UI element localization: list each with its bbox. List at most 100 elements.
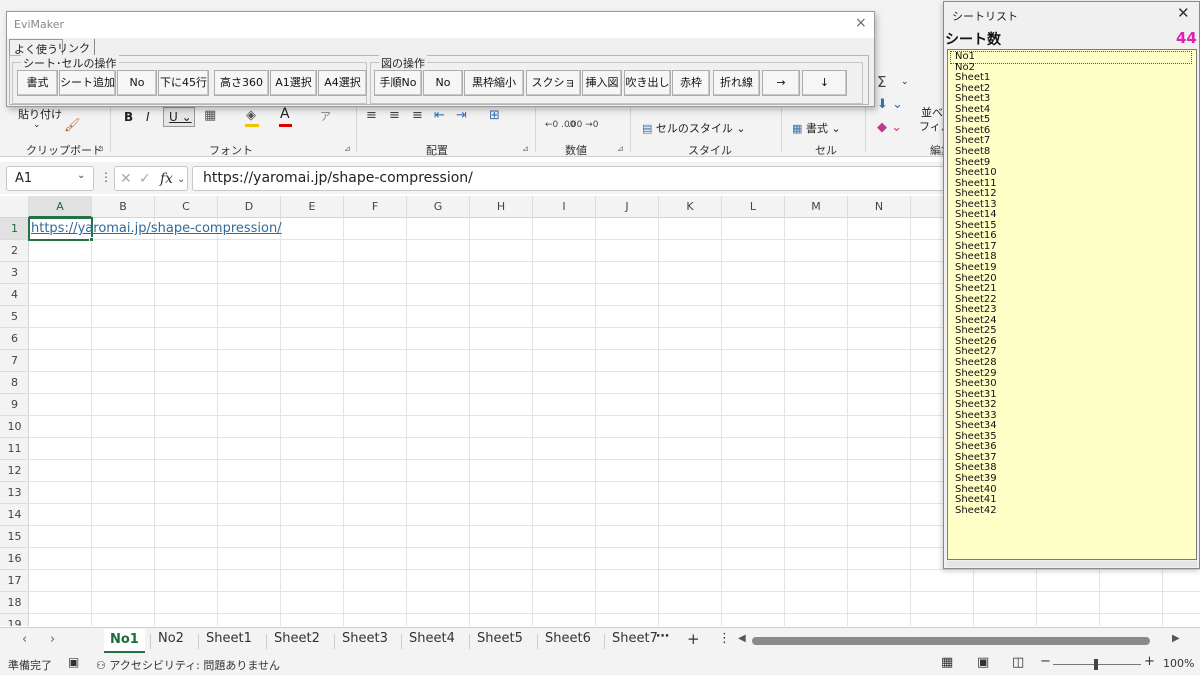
- column-header-a[interactable]: A: [29, 196, 92, 218]
- sheet-list-item[interactable]: Sheet10: [955, 168, 997, 179]
- sheet-list-item[interactable]: Sheet42: [955, 505, 997, 517]
- evimaker-button[interactable]: 黒枠縮小: [464, 70, 524, 96]
- scroll-right-icon[interactable]: ▶: [1172, 633, 1180, 644]
- fill-down-icon[interactable]: ⬇ ⌄: [877, 97, 903, 112]
- sheet-tab-no1[interactable]: No1: [104, 629, 145, 653]
- column-header-k[interactable]: K: [659, 196, 722, 218]
- phonetic-icon[interactable]: ア: [320, 108, 331, 124]
- sheet-tab-sheet1[interactable]: Sheet1: [206, 631, 252, 646]
- row-header-18[interactable]: 18: [0, 592, 29, 614]
- evimaker-button[interactable]: シート追加: [59, 70, 116, 96]
- column-header-c[interactable]: C: [155, 196, 218, 218]
- row-header-4[interactable]: 4: [0, 284, 29, 306]
- row-header-9[interactable]: 9: [0, 394, 29, 416]
- more-sheets-icon[interactable]: ⋯: [656, 629, 669, 644]
- zoom-in-icon[interactable]: +: [1144, 654, 1155, 669]
- column-header-h[interactable]: H: [470, 196, 533, 218]
- zoom-out-icon[interactable]: −: [1040, 654, 1051, 669]
- close-icon[interactable]: ✕: [1177, 4, 1190, 22]
- sheet-list-item[interactable]: No1: [950, 51, 1192, 64]
- evimaker-button[interactable]: 赤枠: [672, 70, 710, 96]
- prev-sheet-icon[interactable]: ‹: [22, 632, 27, 647]
- row-header-7[interactable]: 7: [0, 350, 29, 372]
- format-cells-button[interactable]: ▦ 書式 ⌄: [792, 120, 841, 136]
- zoom-slider-thumb[interactable]: [1094, 659, 1098, 670]
- row-header-1[interactable]: 1: [0, 218, 29, 240]
- row-header-10[interactable]: 10: [0, 416, 29, 438]
- column-header-j[interactable]: J: [596, 196, 659, 218]
- select-all-corner[interactable]: [0, 196, 29, 218]
- evimaker-button[interactable]: ↓: [802, 70, 847, 96]
- sheet-tab-sheet2[interactable]: Sheet2: [274, 631, 320, 646]
- bold-button[interactable]: B: [124, 110, 133, 124]
- paste-dropdown-icon[interactable]: ⌄: [33, 120, 41, 130]
- increase-indent-icon[interactable]: ⇥: [456, 108, 467, 123]
- sheet-list-item[interactable]: Sheet30: [955, 379, 997, 390]
- scrollbar-thumb[interactable]: [752, 637, 1150, 645]
- alignment-launcher-icon[interactable]: ⊿: [522, 144, 529, 153]
- tabs-options-icon[interactable]: ⋮: [718, 631, 731, 646]
- page-break-icon[interactable]: ◫: [1012, 655, 1024, 670]
- page-layout-icon[interactable]: ▣: [977, 655, 989, 670]
- row-header-8[interactable]: 8: [0, 372, 29, 394]
- sheet-list-item[interactable]: Sheet39: [955, 473, 997, 485]
- evimaker-button[interactable]: →: [762, 70, 800, 96]
- column-header-b[interactable]: B: [92, 196, 155, 218]
- scroll-left-icon[interactable]: ◀: [738, 633, 746, 644]
- row-header-13[interactable]: 13: [0, 482, 29, 504]
- fill-handle[interactable]: [89, 237, 94, 242]
- row-header-6[interactable]: 6: [0, 328, 29, 350]
- column-header-l[interactable]: L: [722, 196, 785, 218]
- close-icon[interactable]: ×: [855, 15, 867, 31]
- sheet-tab-sheet4[interactable]: Sheet4: [409, 631, 455, 646]
- borders-icon[interactable]: ▦: [204, 108, 216, 123]
- sheet-list[interactable]: No1 No2 Sheet1 Sheet2 Sheet3 Sheet4 Sheet5 Shee…: [947, 49, 1197, 560]
- align-center-icon[interactable]: ≡: [389, 108, 400, 123]
- italic-button[interactable]: I: [146, 110, 150, 124]
- evimaker-button[interactable]: 手順No: [374, 70, 422, 96]
- row-header-14[interactable]: 14: [0, 504, 29, 526]
- sheet-tab-no2[interactable]: No2: [158, 631, 184, 646]
- evimaker-button[interactable]: 下に45行: [158, 70, 209, 96]
- merge-cells-icon[interactable]: ⊞: [489, 108, 500, 123]
- enter-icon[interactable]: ✓: [139, 171, 151, 187]
- row-header-16[interactable]: 16: [0, 548, 29, 570]
- next-sheet-icon[interactable]: ›: [50, 632, 55, 647]
- row-header-17[interactable]: 17: [0, 570, 29, 592]
- number-launcher-icon[interactable]: ⊿: [617, 144, 624, 153]
- align-right-icon[interactable]: ≡: [412, 108, 423, 123]
- format-painter-icon[interactable]: 🖌: [64, 118, 81, 133]
- decrease-decimal-icon[interactable]: .00 →0: [568, 120, 598, 130]
- row-header-19[interactable]: 19: [0, 614, 29, 626]
- align-left-icon[interactable]: ≡: [366, 108, 377, 123]
- sheet-tab-sheet6[interactable]: Sheet6: [545, 631, 591, 646]
- sheet-tab-sheet7[interactable]: Sheet7: [612, 631, 658, 646]
- underline-button[interactable]: U ⌄: [163, 107, 195, 127]
- row-header-15[interactable]: 15: [0, 526, 29, 548]
- macro-record-icon[interactable]: ▣: [68, 655, 79, 669]
- insert-function-button[interactable]: fx: [160, 171, 173, 187]
- evimaker-button[interactable]: 吹き出し: [624, 70, 671, 96]
- evimaker-button[interactable]: 折れ線: [713, 70, 760, 96]
- row-header-3[interactable]: 3: [0, 262, 29, 284]
- row-header-11[interactable]: 11: [0, 438, 29, 460]
- formula-input[interactable]: https://yaromai.jp/shape-compression/: [192, 166, 952, 191]
- row-header-5[interactable]: 5: [0, 306, 29, 328]
- cell-a1-hyperlink[interactable]: https://yaromai.jp/shape-compression/: [31, 221, 282, 236]
- zoom-level[interactable]: 100%: [1163, 657, 1194, 670]
- sheet-tab-sheet5[interactable]: Sheet5: [477, 631, 523, 646]
- name-box-dropdown-icon[interactable]: ⌄: [77, 170, 85, 181]
- column-header-e[interactable]: E: [281, 196, 344, 218]
- add-sheet-icon[interactable]: +: [687, 630, 700, 648]
- row-header-2[interactable]: 2: [0, 240, 29, 262]
- horizontal-scrollbar[interactable]: ◀ ▶: [738, 633, 1182, 647]
- cell-styles-button[interactable]: ▤ セルのスタイル ⌄: [642, 120, 746, 136]
- column-header-f[interactable]: F: [344, 196, 407, 218]
- accessibility-status[interactable]: ⚇ アクセシビリティ: 問題ありません: [96, 657, 280, 673]
- decrease-indent-icon[interactable]: ⇤: [434, 108, 445, 123]
- row-header-12[interactable]: 12: [0, 460, 29, 482]
- evimaker-button[interactable]: 高さ360: [214, 70, 269, 96]
- font-launcher-icon[interactable]: ⊿: [344, 144, 351, 153]
- cancel-icon[interactable]: ✕: [120, 171, 132, 187]
- more-options-icon[interactable]: ⋮: [100, 170, 112, 184]
